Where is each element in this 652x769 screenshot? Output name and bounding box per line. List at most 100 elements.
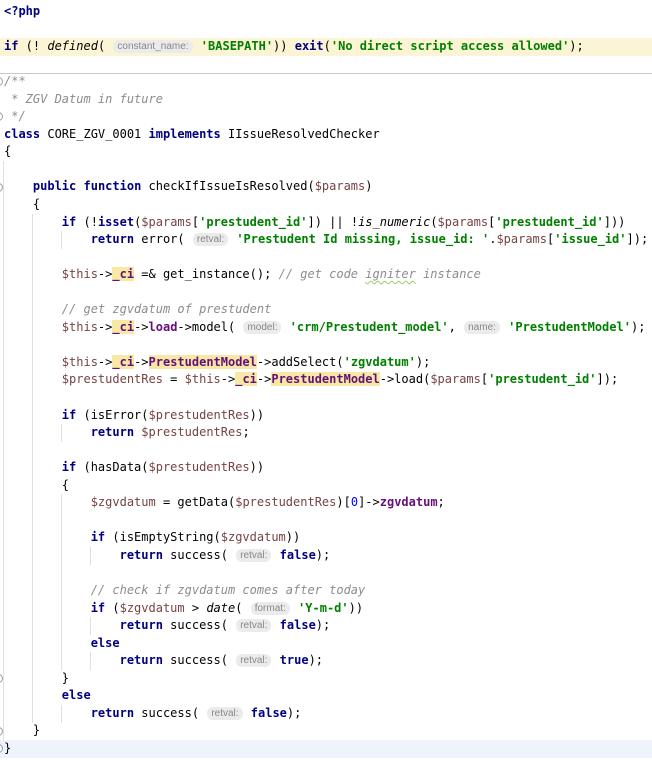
code-token[interactable]: 'prestudent_id'	[495, 215, 603, 229]
code-line[interactable]: $this->_ci->load->model( model: 'crm/Pre…	[0, 319, 652, 337]
code-line[interactable]: return $prestudentRes;	[0, 424, 652, 442]
code-token[interactable]: $this	[185, 372, 221, 386]
code-line[interactable]: return success( retval: false);	[0, 705, 652, 723]
code-token[interactable]: $prestudentRes	[62, 372, 163, 386]
code-line[interactable]	[0, 249, 652, 267]
code-token[interactable]: ]->	[358, 495, 380, 509]
code-token[interactable]: 'prestudent_id'	[199, 215, 307, 229]
code-token[interactable]: ))	[250, 408, 264, 422]
code-token[interactable]: is_numeric	[358, 215, 430, 229]
code-token[interactable]: (hasData(	[76, 460, 148, 474]
code-token[interactable]: ,	[449, 320, 463, 334]
code-line[interactable]: // check if zgvdatum comes after today	[0, 582, 652, 600]
code-token[interactable]: return	[120, 618, 163, 632]
code-token[interactable]: exit	[295, 39, 324, 53]
code-token[interactable]	[282, 320, 289, 334]
code-token[interactable]: error(	[134, 232, 192, 246]
code-token[interactable]: ))	[286, 530, 300, 544]
code-line[interactable]: <?php	[0, 3, 652, 21]
code-token[interactable]: if	[91, 601, 105, 615]
code-token[interactable]: ]) || !	[307, 215, 358, 229]
code-token[interactable]: 0	[351, 495, 358, 509]
code-token[interactable]: 'Y-m-d'	[298, 601, 349, 615]
code-line[interactable]: return success( retval: false);	[0, 547, 652, 565]
code-line[interactable]: {	[0, 477, 652, 495]
code-token[interactable]: )[	[336, 495, 350, 509]
code-editor[interactable]: <?php if (! defined( constant_name: 'BASE…	[0, 0, 652, 769]
code-token[interactable]: success(	[134, 706, 206, 720]
code-token[interactable]: (isError(	[76, 408, 148, 422]
code-token[interactable]: if	[4, 39, 18, 53]
code-line[interactable]: // get zgvdatum of prestudent	[0, 301, 652, 319]
code-token[interactable]: true	[280, 653, 309, 667]
code-token[interactable]: {	[62, 478, 69, 492]
code-token[interactable]: ))	[349, 601, 363, 615]
code-token[interactable]: $zgvdatum	[221, 530, 286, 544]
code-token[interactable]: ->	[134, 355, 148, 369]
code-token[interactable]: success(	[163, 618, 235, 632]
code-token[interactable]	[272, 653, 279, 667]
code-line[interactable]: */	[0, 108, 652, 126]
code-token[interactable]: =& get_instance();	[134, 267, 279, 281]
code-line[interactable]: else	[0, 687, 652, 705]
code-token[interactable]: implements	[149, 127, 221, 141]
code-token[interactable]: 'PrestudentModel'	[508, 320, 631, 334]
code-token[interactable]: return	[91, 425, 134, 439]
code-line[interactable]: if (! defined( constant_name: 'BASEPATH'…	[0, 38, 652, 56]
code-token[interactable]: )	[365, 179, 372, 193]
code-token[interactable]: ]))	[604, 215, 626, 229]
code-token[interactable]: }	[62, 671, 69, 685]
code-line[interactable]	[0, 56, 652, 74]
code-token[interactable]: =	[163, 372, 185, 386]
code-line[interactable]: }	[0, 670, 652, 688]
code-token[interactable]: (	[105, 601, 119, 615]
code-token[interactable]: ->	[257, 372, 271, 386]
code-token[interactable]: ->addSelect(	[257, 355, 344, 369]
code-line[interactable]: {	[0, 143, 652, 161]
code-token[interactable]: ->model(	[177, 320, 242, 334]
code-token[interactable]: $this	[62, 355, 98, 369]
code-token[interactable]	[244, 706, 251, 720]
code-token[interactable]: 'BASEPATH'	[201, 39, 273, 53]
code-token[interactable]: load	[149, 320, 178, 334]
code-token[interactable]: ->load(	[380, 372, 431, 386]
code-token[interactable]: {	[33, 197, 40, 211]
code-token[interactable]: class	[4, 127, 40, 141]
code-lines[interactable]: <?php if (! defined( constant_name: 'BASE…	[0, 3, 652, 758]
code-token[interactable]: false	[280, 548, 316, 562]
code-token[interactable]: ->	[221, 372, 235, 386]
code-token[interactable]: = getData(	[156, 495, 235, 509]
code-line[interactable]	[0, 284, 652, 302]
code-token[interactable]: IIssueResolvedChecker	[221, 127, 380, 141]
code-line[interactable]	[0, 565, 652, 583]
code-token[interactable]: 'zgvdatum'	[344, 355, 416, 369]
code-token[interactable]: if	[62, 460, 76, 474]
code-token[interactable]: $params	[496, 232, 547, 246]
code-token[interactable]: 'issue_id'	[554, 232, 626, 246]
code-line[interactable]	[0, 21, 652, 39]
code-token[interactable]: (!	[18, 39, 47, 53]
code-line[interactable]: return error( retval: 'Prestudent Id mis…	[0, 231, 652, 249]
code-line[interactable]: /**	[0, 73, 652, 91]
code-token[interactable]: else	[62, 688, 91, 702]
code-token[interactable]: 'prestudent_id'	[488, 372, 596, 386]
code-line[interactable]	[0, 336, 652, 354]
code-token[interactable]: (	[324, 39, 331, 53]
code-line[interactable]: $zgvdatum = getData($prestudentRes)[0]->…	[0, 494, 652, 512]
code-line[interactable]: if (hasData($prestudentRes))	[0, 459, 652, 477]
code-token[interactable]: ->	[98, 320, 112, 334]
code-line[interactable]	[0, 389, 652, 407]
code-token[interactable]: $params	[438, 215, 489, 229]
code-token[interactable]: );	[631, 320, 645, 334]
code-token[interactable]	[291, 601, 298, 615]
code-token[interactable]: ->	[134, 320, 148, 334]
code-line[interactable]: else	[0, 635, 652, 653]
code-token[interactable]: CORE_ZGV_0001	[40, 127, 148, 141]
code-token[interactable]: }	[33, 723, 40, 737]
code-line[interactable]: public function checkIfIssueIsResolved($…	[0, 178, 652, 196]
code-line[interactable]: if ($zgvdatum > date( format: 'Y-m-d'))	[0, 600, 652, 618]
code-token[interactable]: return	[120, 548, 163, 562]
code-token[interactable]: isset	[98, 215, 134, 229]
code-token[interactable]: // get zgvdatum of prestudent	[62, 302, 272, 316]
code-token[interactable]: ->	[98, 355, 112, 369]
